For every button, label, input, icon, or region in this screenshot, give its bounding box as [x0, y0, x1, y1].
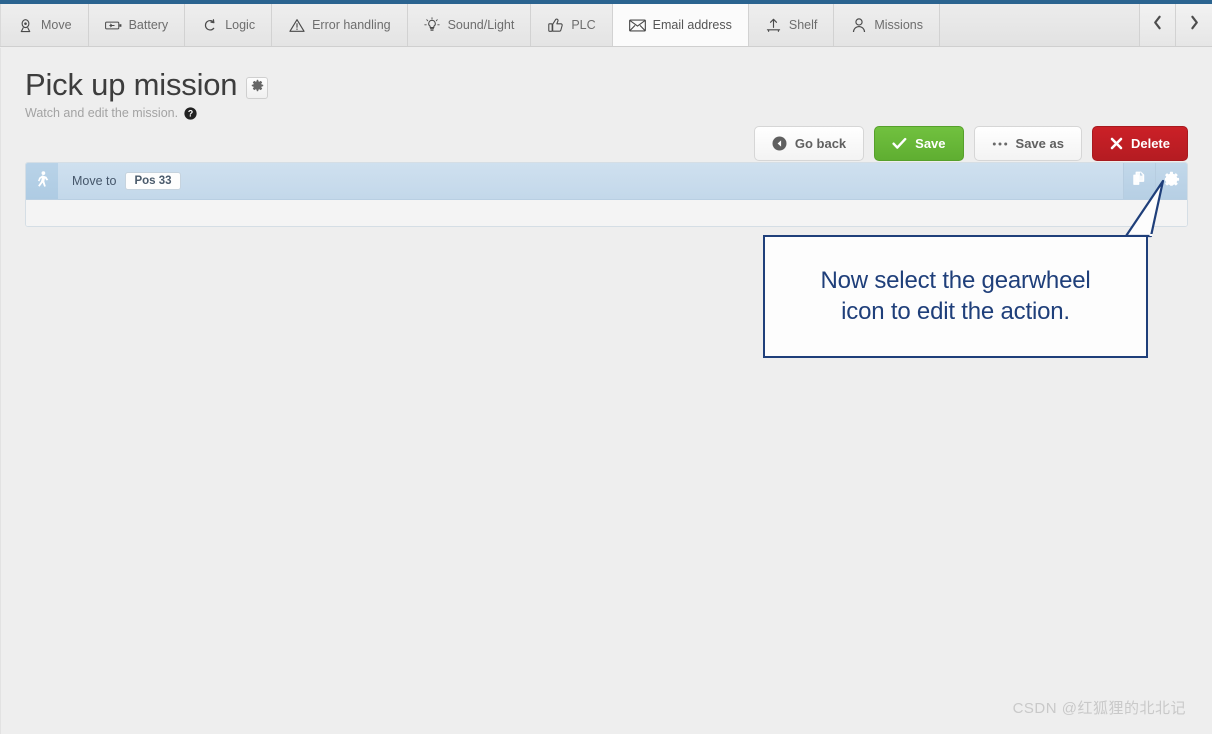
person-icon	[850, 17, 867, 34]
logic-loop-icon	[201, 17, 218, 34]
action-tools	[1123, 163, 1187, 199]
tab-shelf[interactable]: Shelf	[748, 4, 835, 46]
tab-label: Email address	[652, 18, 732, 32]
header-actions: Go back Save Save as Delete	[753, 126, 1188, 161]
subtitle-row: Watch and edit the mission. ?	[25, 106, 1188, 120]
tab-sound-light[interactable]: Sound/Light	[407, 4, 532, 46]
tab-error-handling[interactable]: Error handling	[272, 4, 408, 46]
action-position-value: Pos 33	[125, 172, 181, 190]
page-body: Pick up mission Watch and edit the missi…	[0, 48, 1212, 734]
duplicate-action-button[interactable]	[1123, 163, 1155, 199]
page-title: Pick up mission	[25, 67, 238, 102]
action-label: Move to	[72, 174, 117, 188]
save-button[interactable]: Save	[874, 126, 964, 161]
help-circle-icon[interactable]: ?	[184, 106, 197, 120]
go-back-button[interactable]: Go back	[753, 126, 865, 161]
tab-label: PLC	[571, 18, 596, 32]
gear-icon	[1164, 171, 1180, 192]
mission-action-row[interactable]: Move to Pos 33	[26, 163, 1187, 200]
tab-battery[interactable]: Battery	[88, 4, 186, 46]
upload-shelf-icon	[765, 17, 782, 34]
callout-box: Now select the gearwheel icon to edit th…	[763, 235, 1148, 358]
gear-icon	[251, 79, 264, 97]
thumbs-up-icon	[547, 17, 564, 34]
lightbulb-icon	[424, 17, 441, 34]
tab-bar: Move Battery Logic Error handling Sound/…	[0, 4, 1212, 47]
tab-label: Move	[41, 18, 72, 32]
back-arrow-icon	[772, 136, 787, 151]
app-root: Move Battery Logic Error handling Sound/…	[0, 0, 1212, 734]
tab-move[interactable]: Move	[0, 4, 89, 46]
tab-label: Missions	[874, 18, 923, 32]
callout-line-1: Now select the gearwheel	[820, 266, 1091, 294]
tab-label: Battery	[128, 18, 169, 32]
button-label: Go back	[794, 136, 847, 151]
action-description: Move to Pos 33	[58, 163, 1123, 199]
callout-line-2: icon to edit the action.	[841, 297, 1070, 325]
envelope-icon	[628, 17, 646, 34]
chevron-left-icon	[1152, 15, 1163, 35]
title-row: Pick up mission	[25, 68, 1188, 102]
move-pin-icon	[17, 17, 34, 34]
tab-label: Error handling	[312, 18, 391, 32]
delete-button[interactable]: Delete	[1091, 126, 1188, 161]
action-drag-handle[interactable]	[26, 163, 58, 199]
mission-settings-button[interactable]	[246, 77, 269, 99]
page-subtitle: Watch and edit the mission.	[25, 106, 179, 120]
tab-label: Shelf	[788, 18, 818, 32]
tab-scroll-prev-button[interactable]	[1140, 4, 1176, 46]
callout-text: Now select the gearwheel icon to edit th…	[820, 266, 1090, 327]
chevron-right-icon	[1189, 15, 1200, 35]
button-label: Delete	[1130, 136, 1170, 151]
tab-email-address[interactable]: Email address	[612, 4, 749, 46]
tab-scroll-next-button[interactable]	[1176, 4, 1212, 46]
tab-logic[interactable]: Logic	[185, 4, 273, 46]
warning-triangle-icon	[288, 17, 305, 34]
page-header: Pick up mission Watch and edit the missi…	[1, 48, 1212, 161]
save-as-button[interactable]: Save as	[973, 126, 1082, 161]
tab-plc[interactable]: PLC	[531, 4, 613, 46]
ellipsis-icon	[992, 141, 1008, 147]
tab-label: Sound/Light	[447, 18, 515, 32]
tab-label: Logic	[225, 18, 256, 32]
button-label: Save	[915, 136, 946, 151]
tab-missions[interactable]: Missions	[834, 4, 940, 46]
edit-action-gear-button[interactable]	[1155, 163, 1187, 199]
mission-action-list: Move to Pos 33	[25, 162, 1188, 227]
duplicate-icon	[1132, 171, 1147, 191]
cross-icon	[1110, 137, 1123, 150]
svg-text:?: ?	[188, 108, 193, 118]
walking-person-icon	[35, 170, 50, 192]
check-icon	[892, 137, 907, 150]
watermark: CSDN @红狐狸的北北记	[1012, 700, 1186, 717]
action-list-footer	[26, 200, 1187, 226]
battery-icon	[104, 17, 122, 34]
tab-bar-filler	[939, 4, 1140, 46]
button-label: Save as	[1015, 136, 1064, 151]
